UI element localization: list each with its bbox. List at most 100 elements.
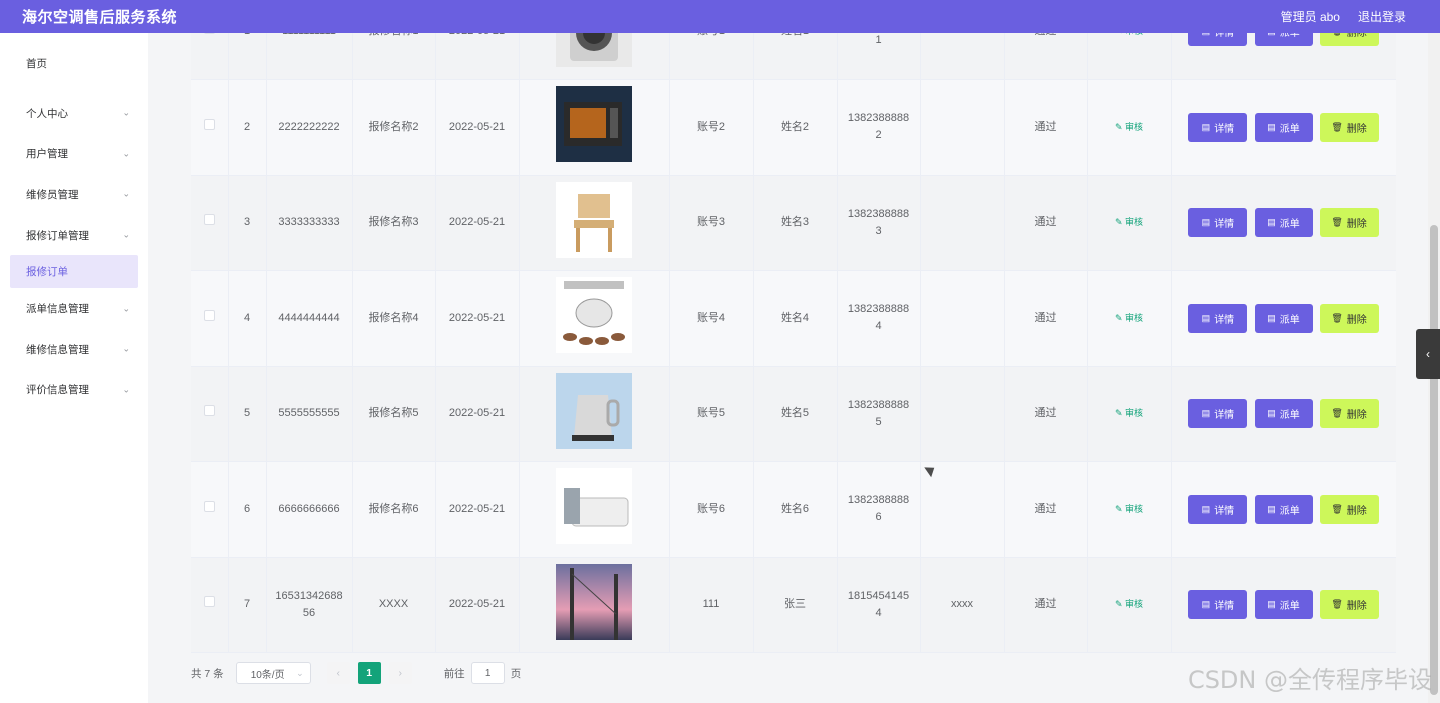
audit-cell: ✎ 审核 [1087, 461, 1172, 558]
sidebar-item-label: 报修订单 [26, 266, 68, 279]
sidebar-item-dispatch-info-management[interactable]: 派单信息管理 ⌄ [0, 288, 148, 329]
sidebar-item-repairman-management[interactable]: 维修员管理 ⌄ [0, 174, 148, 215]
dispatch-button[interactable]: ▤派单 [1254, 208, 1313, 238]
delete-button[interactable]: 🗑删除 [1319, 208, 1379, 238]
sidebar-item-label: 个人中心 [26, 107, 68, 120]
detail-button[interactable]: ▤详情 [1188, 33, 1248, 46]
remark-cell: xxxx [920, 557, 1005, 653]
detail-button[interactable]: ▤详情 [1188, 399, 1248, 429]
row-checkbox[interactable] [203, 118, 215, 130]
sidebar-menu: 首页 个人中心 ⌄ 用户管理 ⌄ 维修员管理 ⌄ 报修订单管理 ⌄ 报修订单 派单信息管… [0, 33, 148, 703]
detail-button[interactable]: ▤详情 [1188, 303, 1248, 333]
audit-link[interactable]: ✎ 审核 [1115, 408, 1143, 418]
account-cell: 账号1 [669, 33, 754, 80]
detail-button[interactable]: ▤详情 [1188, 590, 1248, 620]
document-icon: ▤ [1267, 408, 1276, 419]
sidebar-item-label: 维修信息管理 [26, 343, 89, 356]
sidebar-item-user-management[interactable]: 用户管理 ⌄ [0, 134, 148, 175]
detail-label: 详情 [1214, 123, 1235, 135]
status-cell: 通过 [1004, 461, 1088, 558]
dispatch-button[interactable]: ▤派单 [1254, 33, 1313, 46]
delete-label: 删除 [1346, 601, 1367, 613]
scrollbar-thumb[interactable] [1430, 225, 1438, 695]
person-cell: 姓名1 [753, 33, 838, 80]
row-checkbox[interactable] [203, 596, 215, 608]
phone-cell: 1382388888 3 [837, 175, 921, 271]
account-cell: 111 [669, 557, 754, 653]
dispatch-label: 派单 [1279, 219, 1300, 231]
person-cell: 姓名4 [753, 270, 838, 367]
edit-icon: ✎ [1114, 599, 1123, 610]
audit-link[interactable]: ✎ 审核 [1115, 122, 1143, 132]
detail-button[interactable]: ▤详情 [1188, 494, 1248, 524]
repair-name-cell: 报修名称6 [352, 461, 436, 558]
row-select-cell [191, 461, 229, 558]
phone-cell: 1382388888 5 [837, 366, 921, 462]
row-select-cell [191, 33, 229, 80]
image-cell [519, 33, 670, 80]
delete-button[interactable]: 🗑删除 [1319, 33, 1379, 46]
product-image [556, 277, 632, 354]
sidebar-item-repair-order-management[interactable]: 报修订单管理 ⌄ [0, 215, 148, 256]
page-size-select[interactable]: 10条/页 ⌄ [235, 662, 311, 684]
sidebar-item-repair-info-management[interactable]: 维修信息管理 ⌄ [0, 329, 148, 370]
image-cell [519, 270, 670, 367]
audit-link[interactable]: ✎ 审核 [1115, 599, 1143, 609]
delete-button[interactable]: 🗑删除 [1319, 590, 1379, 620]
audit-label: 审核 [1125, 503, 1144, 514]
audit-link[interactable]: ✎ 审核 [1115, 504, 1143, 514]
dispatch-button[interactable]: ▤派单 [1254, 590, 1313, 620]
detail-label: 详情 [1214, 314, 1235, 326]
status-cell: 通过 [1004, 270, 1088, 367]
audit-label: 审核 [1125, 217, 1144, 228]
sidebar-item-home[interactable]: 首页 [0, 33, 148, 93]
audit-link[interactable]: ✎ 审核 [1115, 313, 1143, 323]
page-size-value: 10条/页 [250, 669, 285, 681]
actions-cell: ▤详情 ▤派单 🗑删除 [1171, 366, 1396, 462]
dispatch-button[interactable]: ▤派单 [1254, 112, 1313, 142]
dispatch-label: 派单 [1279, 505, 1300, 517]
index-cell: 1 [228, 33, 267, 80]
phone-cell: 1382388888 1 [837, 33, 921, 80]
audit-link[interactable]: ✎ 审核 [1115, 33, 1143, 36]
image-cell [519, 557, 670, 653]
detail-button[interactable]: ▤详情 [1188, 208, 1248, 238]
index-cell: 6 [228, 461, 267, 558]
delete-button[interactable]: 🗑删除 [1319, 112, 1379, 142]
sidebar-item-repair-order[interactable]: 报修订单 [10, 255, 138, 289]
audit-link[interactable]: ✎ 审核 [1115, 217, 1143, 227]
dispatch-button[interactable]: ▤派单 [1254, 494, 1313, 524]
edit-icon: ✎ [1114, 121, 1123, 132]
account-cell: 账号5 [669, 366, 754, 462]
row-checkbox[interactable] [203, 214, 215, 226]
dispatch-label: 派单 [1279, 601, 1300, 613]
detail-button[interactable]: ▤详情 [1188, 112, 1248, 142]
status-cell: 通过 [1004, 557, 1088, 653]
delete-button[interactable]: 🗑删除 [1319, 399, 1379, 429]
collapse-panel-toggle[interactable]: ‹ [1416, 329, 1440, 379]
sidebar-item-review-info-management[interactable]: 评价信息管理 ⌄ [0, 370, 148, 411]
row-checkbox[interactable] [203, 33, 215, 34]
goto-page-input[interactable] [470, 662, 505, 684]
logout-link[interactable]: 退出登录 [1358, 8, 1406, 25]
product-image [556, 86, 632, 163]
page-number-current[interactable]: 1 [357, 662, 381, 684]
sidebar-item-personal-center[interactable]: 个人中心 ⌄ [0, 93, 148, 134]
chevron-down-icon: ⌄ [122, 107, 130, 118]
image-cell [519, 461, 670, 558]
delete-button[interactable]: 🗑删除 [1319, 303, 1379, 333]
dispatch-button[interactable]: ▤派单 [1254, 399, 1313, 429]
prev-page-button[interactable]: ‹ [326, 662, 350, 684]
row-checkbox[interactable] [203, 309, 215, 321]
dispatch-label: 派单 [1279, 123, 1300, 135]
row-checkbox[interactable] [203, 500, 215, 512]
dispatch-button[interactable]: ▤派单 [1254, 303, 1313, 333]
audit-cell: ✎ 审核 [1087, 366, 1172, 462]
row-checkbox[interactable] [203, 405, 215, 417]
actions-cell: ▤详情 ▤派单 🗑删除 [1171, 270, 1396, 367]
delete-button[interactable]: 🗑删除 [1319, 494, 1379, 524]
next-page-button[interactable]: › [388, 662, 412, 684]
trash-icon: 🗑 [1331, 121, 1343, 132]
edit-icon: ✎ [1114, 408, 1123, 419]
actions-cell: ▤详情 ▤派单 🗑删除 [1171, 175, 1396, 271]
